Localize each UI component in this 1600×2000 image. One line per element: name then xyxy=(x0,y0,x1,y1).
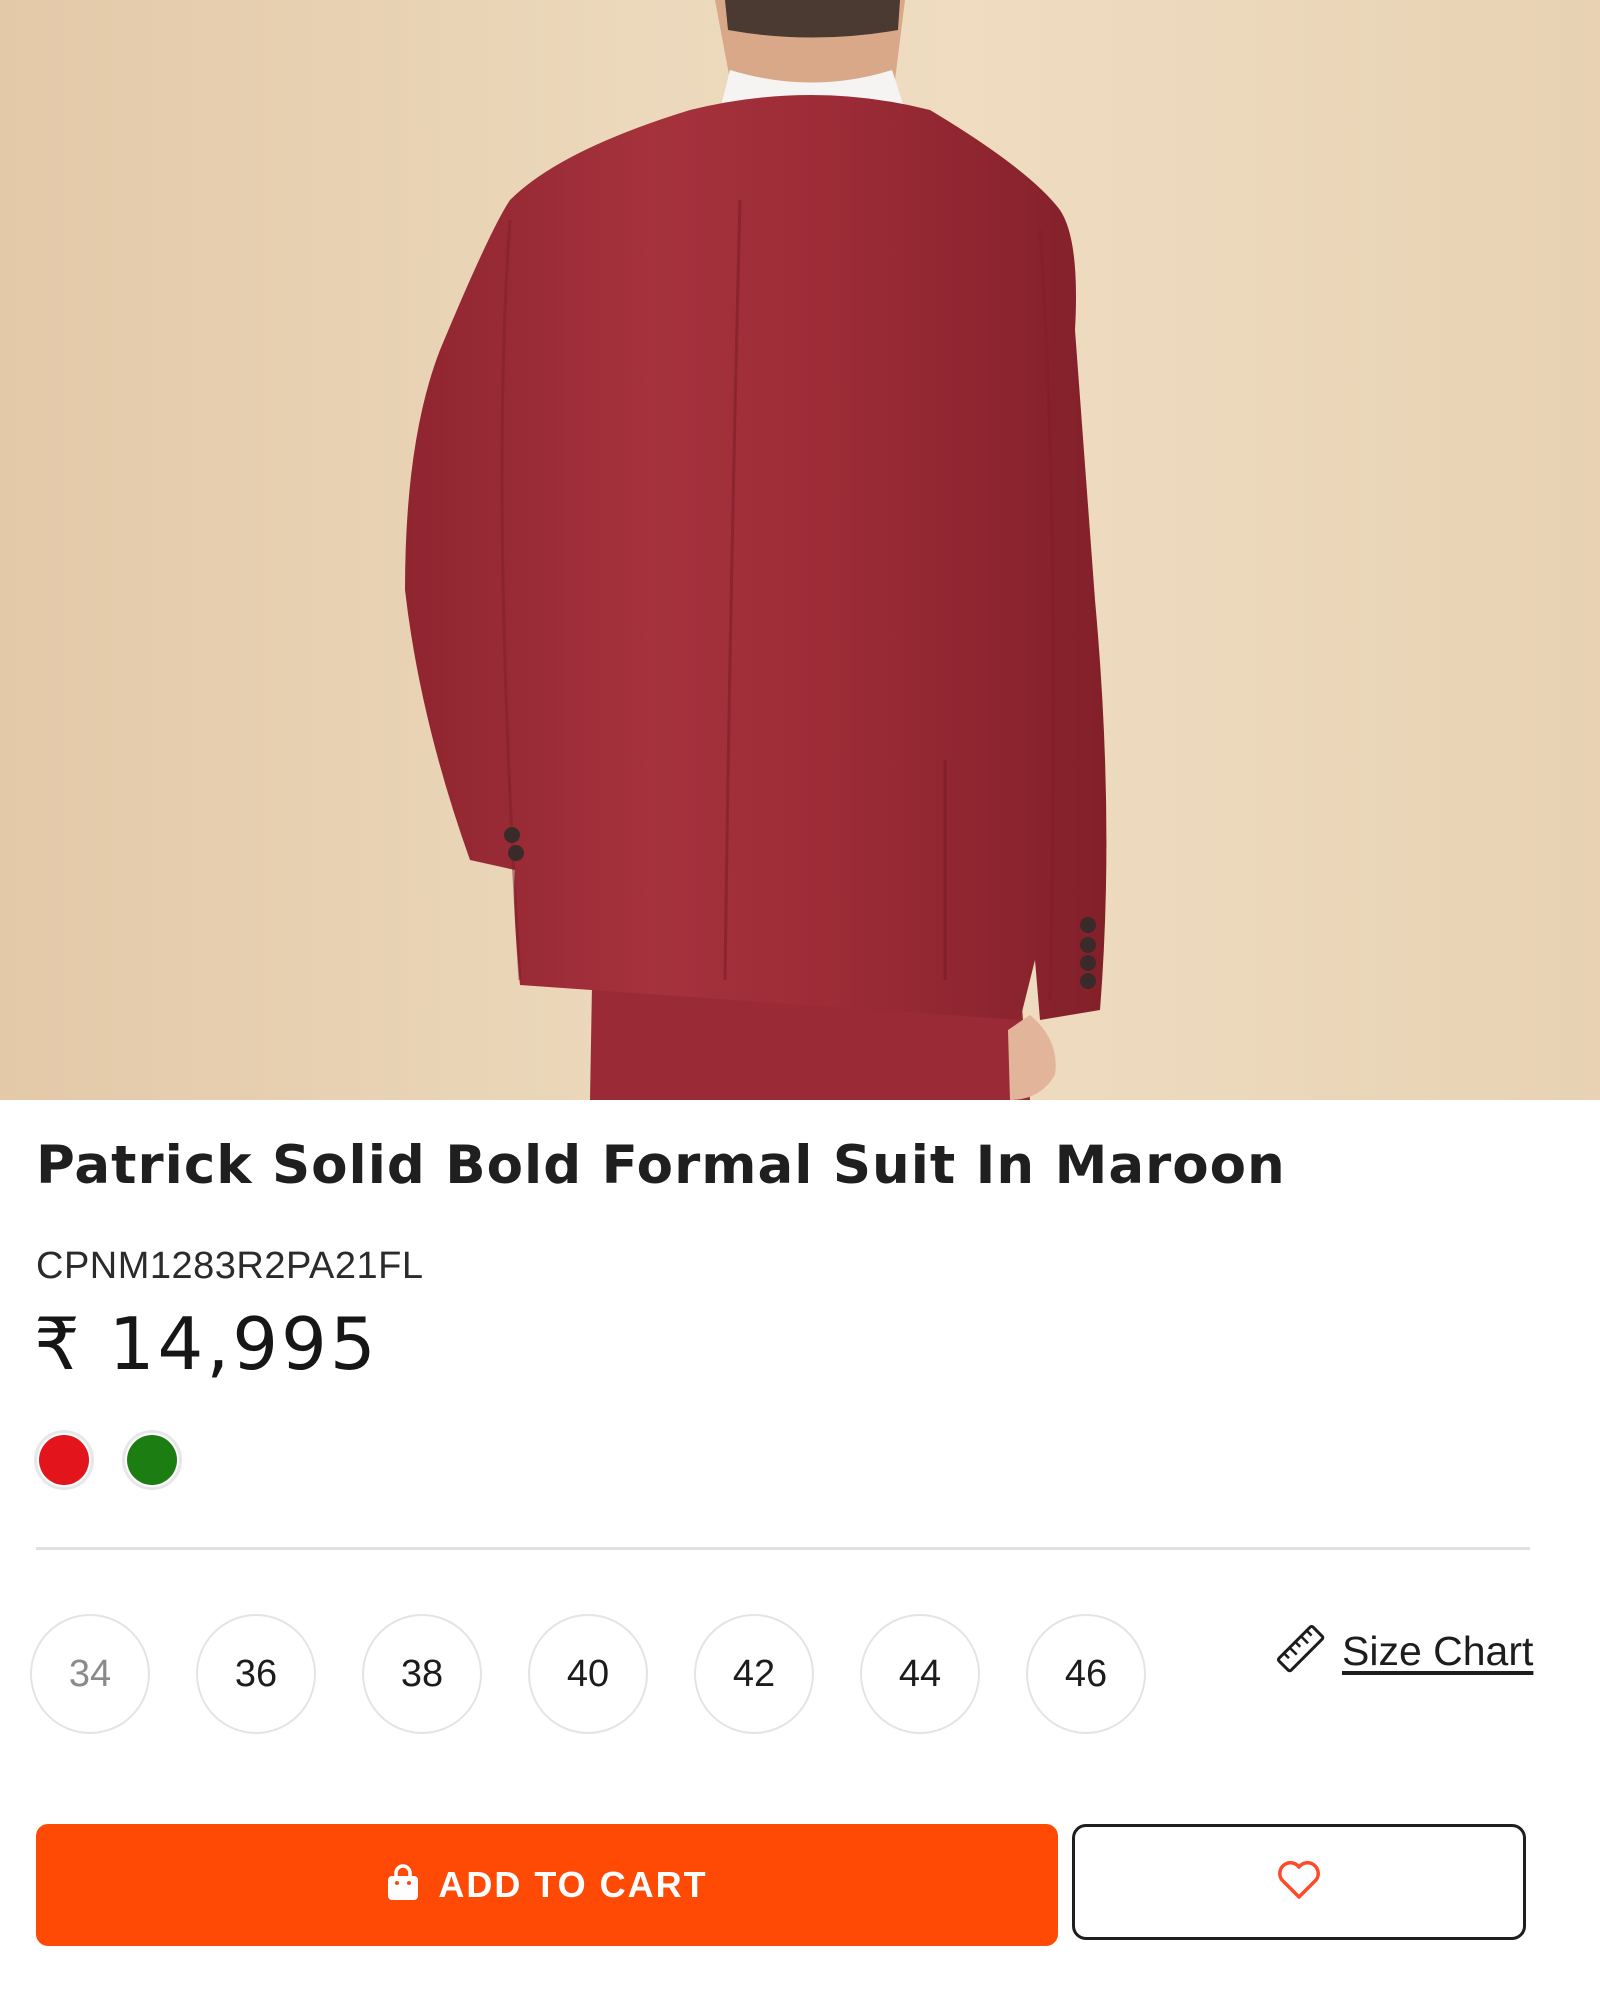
product-sku: CPNM1283R2PA21FL xyxy=(36,1245,424,1287)
size-option-34[interactable]: 34 xyxy=(30,1614,150,1734)
size-option-38[interactable]: 38 xyxy=(362,1614,482,1734)
size-option-36[interactable]: 36 xyxy=(196,1614,316,1734)
ruler-icon xyxy=(1274,1622,1328,1681)
color-swatch-red[interactable] xyxy=(34,1430,94,1490)
product-price: ₹ 14,995 xyxy=(34,1302,379,1386)
color-swatch-red-fill xyxy=(39,1435,89,1485)
size-chart-label: Size Chart xyxy=(1342,1628,1534,1674)
heart-icon xyxy=(1276,1859,1322,1906)
color-swatch-green[interactable] xyxy=(122,1430,182,1490)
size-option-42[interactable]: 42 xyxy=(694,1614,814,1734)
product-image[interactable] xyxy=(0,0,1600,1100)
color-swatches xyxy=(34,1430,182,1490)
size-option-40[interactable]: 40 xyxy=(528,1614,648,1734)
divider xyxy=(36,1547,1530,1550)
size-chart-link[interactable]: Size Chart xyxy=(1274,1622,1533,1681)
color-swatch-green-fill xyxy=(127,1435,177,1485)
product-title: Patrick Solid Bold Formal Suit In Maroon xyxy=(36,1135,1286,1196)
wishlist-button[interactable] xyxy=(1072,1824,1526,1940)
add-to-cart-label: ADD TO CART xyxy=(438,1864,708,1905)
size-selector: 34 36 38 40 42 44 46 xyxy=(30,1614,1146,1734)
size-option-46[interactable]: 46 xyxy=(1026,1614,1146,1734)
add-to-cart-button[interactable]: ADD TO CART xyxy=(36,1824,1058,1946)
shopping-bag-icon xyxy=(386,1863,420,1907)
size-option-44[interactable]: 44 xyxy=(860,1614,980,1734)
